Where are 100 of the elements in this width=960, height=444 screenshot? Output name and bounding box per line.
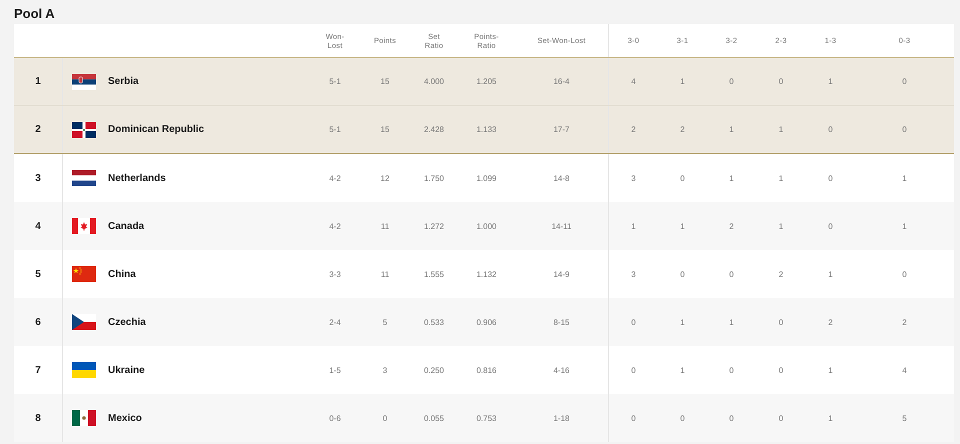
stat-cell: 1 <box>729 125 734 134</box>
stat-cell: 4-2 <box>329 222 341 230</box>
team-name: Mexico <box>108 412 142 424</box>
stat-cell: 0 <box>680 174 685 182</box>
stat-cell: 3 <box>631 174 636 182</box>
team-name: China <box>108 268 136 280</box>
stat-cell: 0 <box>778 77 784 86</box>
stat-cell: 0 <box>778 414 784 422</box>
stat-cell: 0.250 <box>424 366 444 374</box>
stat-cell: 3 <box>382 366 388 374</box>
team-name: Serbia <box>108 76 139 87</box>
stat-cell: 5-1 <box>329 125 341 134</box>
stat-cell: 1 <box>680 366 685 374</box>
stat-cell: 1 <box>729 174 734 182</box>
stat-cell: 5 <box>902 414 907 422</box>
stat-cell: 1.272 <box>424 222 444 230</box>
flag-icon <box>72 170 96 186</box>
stat-cell: 2 <box>828 318 833 326</box>
stat-cell: 4.000 <box>424 77 444 86</box>
flag-icon <box>72 266 96 282</box>
stat-cell: 1 <box>729 318 734 326</box>
stat-cell: 2 <box>729 222 734 230</box>
stat-cell: 0.906 <box>476 318 497 326</box>
stat-cell: 0 <box>631 318 636 326</box>
flag-icon <box>72 218 96 234</box>
stat-cell: 1 <box>778 222 784 230</box>
stat-cell: 2 <box>902 318 907 326</box>
stat-cell: 1 <box>680 222 685 230</box>
flag-icon <box>72 314 96 330</box>
stat-cell: 14-8 <box>553 174 570 182</box>
stat-cell: 8-15 <box>553 318 570 326</box>
stat-cell: 0 <box>382 414 388 422</box>
stat-cell: 2.428 <box>424 125 444 134</box>
flag-icon <box>72 122 96 138</box>
stat-cell: 1.750 <box>424 174 444 182</box>
flag-icon <box>72 74 96 90</box>
stat-cell: 1 <box>828 366 833 374</box>
team-name: Czechia <box>108 316 146 328</box>
rank-cell: 8 <box>35 412 41 424</box>
team-name: Netherlands <box>108 172 166 184</box>
stat-cell: 1 <box>902 174 907 182</box>
stat-cell: 1 <box>680 318 685 326</box>
stat-cell: 0 <box>631 414 636 422</box>
stat-cell: 4-16 <box>553 366 570 374</box>
team-name: Ukraine <box>108 364 145 376</box>
stat-cell: 2-4 <box>329 318 341 326</box>
stat-cell: 15 <box>380 77 390 86</box>
stat-cell: 0 <box>902 270 907 278</box>
rank-cell: 1 <box>35 76 41 87</box>
stat-cell: 1 <box>828 77 833 86</box>
stat-cell: 1.132 <box>476 270 497 278</box>
stat-cell: 15 <box>380 125 390 134</box>
stat-cell: 0 <box>680 270 685 278</box>
stat-cell: 11 <box>380 222 390 230</box>
stat-cell: 4 <box>902 366 907 374</box>
stat-cell: 0 <box>828 174 833 182</box>
stat-cell: 0 <box>729 414 734 422</box>
rank-cell: 7 <box>35 364 41 376</box>
stat-cell: 1-5 <box>329 366 341 374</box>
stat-cell: 0 <box>729 366 734 374</box>
stat-cell: 1.133 <box>476 125 497 134</box>
stat-cell: 5 <box>382 318 388 326</box>
stat-cell: 1 <box>778 125 784 134</box>
rank-cell: 2 <box>35 124 41 135</box>
stat-cell: 4-2 <box>329 174 341 182</box>
stat-cell: 3-3 <box>329 270 341 278</box>
stat-cell: 0 <box>778 318 784 326</box>
stat-cell: 0.753 <box>476 414 497 422</box>
rank-cell: 5 <box>35 268 41 280</box>
flag-icon <box>72 410 96 426</box>
stat-cell: 1 <box>680 77 685 86</box>
stat-cell: 3 <box>631 270 636 278</box>
stat-cell: 17-7 <box>553 125 570 134</box>
stat-cell: 0.533 <box>424 318 444 326</box>
stat-cell: 5-1 <box>329 77 341 86</box>
stat-cell: 0 <box>778 366 784 374</box>
stat-cell: 0 <box>828 125 833 134</box>
stat-cell: 1-18 <box>553 414 570 422</box>
stat-cell: 1.099 <box>476 174 497 182</box>
rank-cell: 6 <box>35 316 41 328</box>
stat-cell: 1.555 <box>424 270 444 278</box>
stat-cell: 0-6 <box>329 414 341 422</box>
rank-cell: 3 <box>35 172 41 184</box>
stat-cell: 1 <box>902 222 907 230</box>
stat-cell: 1 <box>631 222 636 230</box>
stat-cell: 0.055 <box>424 414 444 422</box>
stat-cell: 1 <box>828 270 833 278</box>
pool-title: Pool A <box>13 5 56 23</box>
team-name: Canada <box>108 220 144 232</box>
stat-cell: 2 <box>778 270 784 278</box>
stat-cell: 2 <box>680 125 685 134</box>
stat-cell: 14-9 <box>553 270 570 278</box>
stat-cell: 14-11 <box>552 222 572 230</box>
stat-cell: 1 <box>828 414 833 422</box>
stat-cell: 1 <box>778 174 784 182</box>
stat-cell: 0 <box>902 77 907 86</box>
stat-cell: 0 <box>828 222 833 230</box>
flag-icon <box>72 362 96 378</box>
stat-cell: 4 <box>631 77 636 86</box>
rank-cell: 4 <box>35 220 41 232</box>
